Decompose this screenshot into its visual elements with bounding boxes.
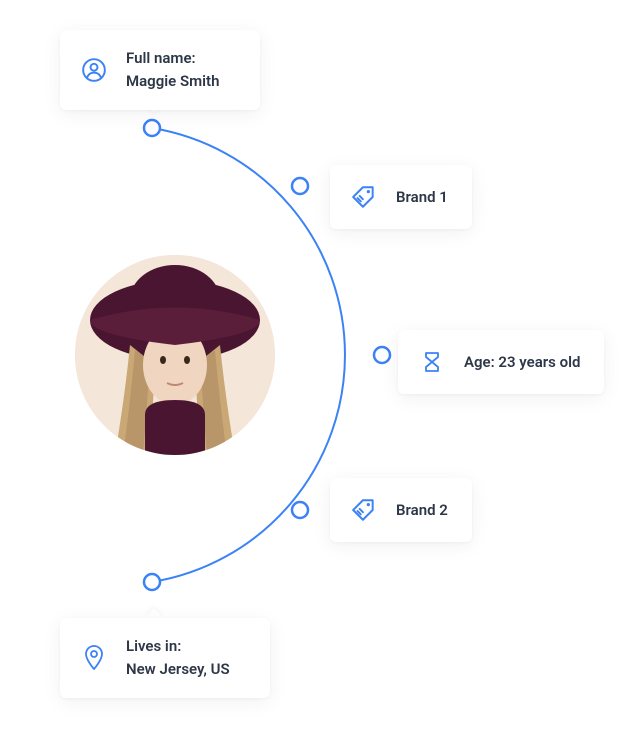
tag-icon (350, 183, 378, 211)
age-label: Age: 23 years old (464, 353, 580, 371)
hourglass-icon (418, 348, 446, 376)
lives-label: Lives in: (126, 636, 230, 657)
fullname-card: Full name: Maggie Smith (60, 30, 260, 110)
brand1-label: Brand 1 (396, 188, 448, 206)
lives-card: Lives in: New Jersey, US (60, 618, 270, 698)
brand2-label: Brand 2 (396, 501, 448, 519)
fullname-label: Full name: (126, 48, 219, 69)
brand1-card: Brand 1 (330, 165, 472, 229)
pin-icon (80, 644, 108, 672)
brand2-card: Brand 2 (330, 478, 472, 542)
person-icon (80, 56, 108, 84)
age-card: Age: 23 years old (398, 330, 604, 394)
profile-diagram: Full name: Maggie Smith Brand 1 Age: 23 … (0, 0, 637, 737)
tag-icon (350, 496, 378, 524)
avatar (75, 255, 275, 455)
card-pointer-bottom (145, 608, 163, 618)
lives-value: New Jersey, US (126, 659, 230, 680)
fullname-value: Maggie Smith (126, 71, 219, 92)
